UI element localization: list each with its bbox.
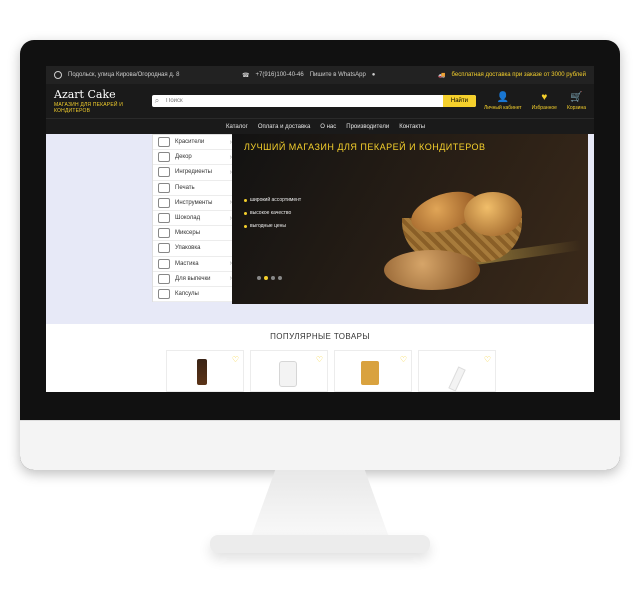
cart-label: Корзина	[566, 105, 586, 111]
monitor-stand-neck	[250, 470, 390, 540]
account-action[interactable]: 👤 Личный кабинет	[483, 91, 522, 112]
mixer-icon	[158, 228, 170, 239]
bullet-dot	[244, 224, 247, 228]
sidebar-item-packaging[interactable]: Упаковка	[153, 241, 237, 257]
favorite-heart-icon[interactable]: ♡	[400, 355, 407, 364]
bullet-dot	[244, 211, 247, 215]
product-card[interactable]: ♡	[418, 350, 496, 392]
sidebar-item-chocolate[interactable]: Шоколад ›	[153, 211, 237, 227]
product-box-image	[361, 361, 379, 385]
ingredients-icon	[158, 167, 170, 178]
baking-icon	[158, 273, 170, 284]
sidebar-item-tools[interactable]: Инструменты ›	[153, 196, 237, 211]
nav-contacts[interactable]: Контакты	[399, 124, 425, 130]
chocolate-icon	[158, 213, 170, 224]
favorite-heart-icon[interactable]: ♡	[484, 355, 491, 364]
location-pin-icon	[54, 71, 62, 79]
carousel-dots	[257, 276, 282, 280]
favorites-action[interactable]: ♥ Избранное	[531, 91, 557, 112]
monitor-stand-base	[210, 535, 430, 553]
packaging-icon	[158, 243, 170, 254]
popular-products-section: ПОПУЛЯРНЫЕ ТОВАРЫ ♡ ♡ ♡ ♡	[46, 324, 594, 392]
truck-icon: 🚚	[438, 72, 446, 79]
sidebar-item-dyes[interactable]: Красители ›	[153, 135, 237, 151]
banner-bullet: высокое качество	[244, 210, 301, 216]
monitor-chin	[20, 420, 620, 470]
capsules-icon	[158, 288, 170, 299]
bullet-dot	[244, 198, 247, 202]
phone-icon: ☎	[242, 72, 250, 79]
sidebar-item-capsules[interactable]: Капсулы	[153, 287, 237, 303]
bread-image	[464, 192, 522, 236]
sidebar-item-mixers[interactable]: Миксеры	[153, 226, 237, 242]
product-cards: ♡ ♡ ♡ ♡	[166, 350, 496, 392]
banner-title: ЛУЧШИЙ МАГАЗИН ДЛЯ ПЕКАРЕЙ И КОНДИТЕРОВ	[244, 142, 486, 152]
tools-icon	[158, 197, 170, 208]
sidebar-item-baking[interactable]: Для выпечки ›	[153, 272, 237, 287]
search-input[interactable]	[162, 95, 443, 107]
phone-number[interactable]: +7(916)100-40-46	[256, 72, 304, 78]
logo-tagline: МАГАЗИН ДЛЯ ПЕКАРЕЙ И КОНДИТЕРОВ	[54, 101, 124, 114]
hero-banner[interactable]: ЛУЧШИЙ МАГАЗИН ДЛЯ ПЕКАРЕЙ И КОНДИТЕРОВ …	[232, 134, 588, 304]
dropper-bottle-image	[197, 359, 207, 385]
topbar: Подольск, улица Кирова/Огородная д. 8 ☎ …	[46, 66, 594, 84]
cart-action[interactable]: 🛒 Корзина	[566, 91, 586, 112]
cart-icon: 🛒	[570, 91, 583, 103]
account-label: Личный кабинет	[483, 105, 522, 111]
whatsapp-icon[interactable]: ●	[372, 72, 376, 78]
address-text: Подольск, улица Кирова/Огородная д. 8	[68, 72, 180, 78]
product-jar-image	[279, 361, 297, 387]
banner-bullet: выгодные цены	[244, 223, 301, 229]
banner-bullet: широкий ассортимент	[244, 197, 301, 203]
main-content: Красители › Декор › Ингредиенты › Печать Ин…	[46, 134, 594, 324]
carousel-dot[interactable]	[278, 276, 282, 280]
search-button[interactable]: Найти	[442, 95, 476, 107]
main-nav: Каталог Оплата и доставка О нас Производ…	[46, 118, 594, 135]
carousel-dot[interactable]	[271, 276, 275, 280]
carousel-dot-active[interactable]	[264, 276, 268, 280]
fondant-icon	[158, 258, 170, 269]
favorites-label: Избранное	[531, 105, 557, 111]
delivery-text: бесплатная доставка при заказе от 3000 р…	[451, 72, 586, 78]
product-tube-image	[448, 366, 466, 392]
sidebar-item-decor[interactable]: Декор ›	[153, 150, 237, 166]
bread-image	[384, 250, 480, 290]
sidebar-item-fondant[interactable]: Мастика ›	[153, 257, 237, 272]
messenger-link[interactable]: Пишите в WhatsApp	[310, 72, 366, 78]
favorite-heart-icon[interactable]: ♡	[316, 355, 323, 364]
decor-icon	[158, 152, 170, 163]
logo-text: Azart Cake	[54, 87, 116, 101]
printing-icon	[158, 182, 170, 193]
header: Azart Cake МАГАЗИН ДЛЯ ПЕКАРЕЙ И КОНДИТЕ…	[46, 84, 594, 118]
nav-payment-delivery[interactable]: Оплата и доставка	[258, 124, 310, 130]
nav-about[interactable]: О нас	[320, 124, 336, 130]
user-icon: 👤	[496, 91, 510, 103]
carousel-dot[interactable]	[257, 276, 261, 280]
website-screen: Подольск, улица Кирова/Огородная д. 8 ☎ …	[46, 66, 594, 392]
header-actions: 👤 Личный кабинет ♥ Избранное 🛒 Корзина	[483, 91, 586, 112]
search-icon: ⌕	[154, 96, 160, 105]
product-card[interactable]: ♡	[250, 350, 328, 392]
product-card[interactable]: ♡	[166, 350, 244, 392]
logo[interactable]: Azart Cake МАГАЗИН ДЛЯ ПЕКАРЕЙ И КОНДИТЕ…	[54, 87, 144, 114]
nav-catalog[interactable]: Каталог	[226, 124, 248, 130]
category-sidebar: Красители › Декор › Ингредиенты › Печать Ин…	[152, 134, 238, 303]
sidebar-item-ingredients[interactable]: Ингредиенты ›	[153, 165, 237, 181]
popular-title: ПОПУЛЯРНЫЕ ТОВАРЫ	[270, 332, 370, 341]
nav-manufacturers[interactable]: Производители	[346, 124, 389, 130]
sidebar-item-printing[interactable]: Печать	[153, 181, 237, 196]
banner-bullets: широкий ассортимент высокое качество выг…	[244, 190, 301, 236]
product-card[interactable]: ♡	[334, 350, 412, 392]
favorite-heart-icon[interactable]: ♡	[232, 355, 239, 364]
heart-icon: ♥	[541, 91, 548, 103]
dyes-icon	[158, 137, 170, 148]
search-bar: ⌕ Найти	[152, 95, 476, 107]
